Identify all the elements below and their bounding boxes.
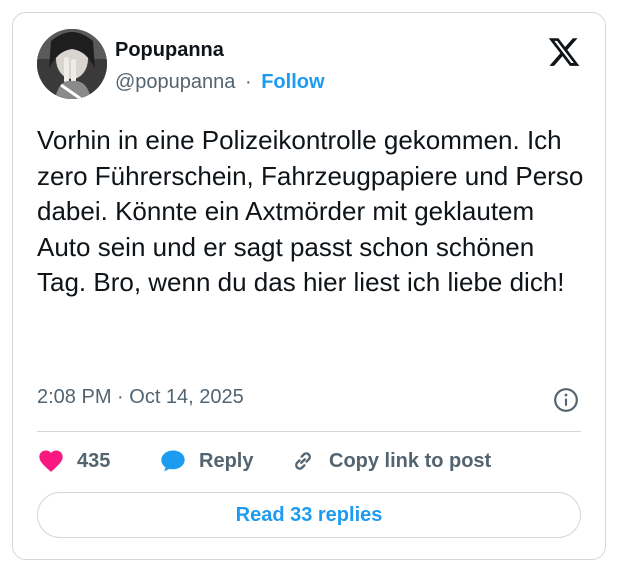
handle-separator: · [244, 71, 252, 93]
info-icon[interactable] [553, 387, 579, 413]
avatar[interactable] [37, 29, 107, 99]
follow-button[interactable]: Follow [261, 71, 324, 93]
copy-link-label: Copy link to post [329, 449, 492, 472]
reply-button[interactable]: Reply [159, 443, 253, 479]
tweet-card: Popupanna @popupanna · Follow Vorhin in … [12, 12, 606, 560]
speech-bubble-icon [161, 450, 185, 472]
read-replies-button[interactable]: Read 33 replies [37, 492, 581, 538]
link-icon [295, 452, 311, 470]
author-display-name[interactable]: Popupanna [115, 39, 224, 62]
heart-icon [39, 450, 63, 472]
tweet-timestamp[interactable]: 2:08 PM · Oct 14, 2025 [37, 386, 244, 409]
tweet-text: Vorhin in eine Polizeikontrolle gekommen… [37, 125, 584, 298]
action-bar: 435 Reply Copy link to post [37, 443, 581, 479]
reply-label: Reply [199, 449, 254, 472]
avatar-image [37, 29, 107, 99]
author-handle-row: @popupanna · Follow [115, 71, 325, 94]
x-logo-icon[interactable] [547, 35, 581, 69]
divider [37, 431, 581, 432]
like-count: 435 [77, 449, 111, 472]
author-handle[interactable]: @popupanna [115, 71, 235, 93]
copy-link-button[interactable]: Copy link to post [289, 443, 491, 479]
like-button[interactable]: 435 [37, 443, 110, 479]
